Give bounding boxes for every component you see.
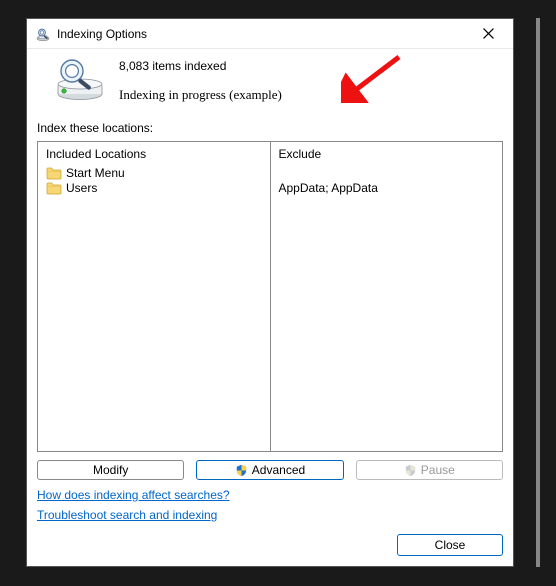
window-title: Indexing Options [57,27,471,41]
pause-button: Pause [356,460,503,480]
location-name: Start Menu [66,166,125,180]
status-area: 8,083 items indexed Indexing in progress… [37,55,503,103]
close-button-label: Close [435,538,466,552]
pause-button-label: Pause [421,463,455,477]
uac-shield-icon [235,464,248,477]
status-text: 8,083 items indexed Indexing in progress… [119,55,503,103]
modify-button[interactable]: Modify [37,460,184,480]
window-edge-decoration [536,18,540,567]
folder-icon [46,181,62,195]
items-indexed-count: 8,083 items indexed [119,59,503,73]
location-name: Users [66,181,97,195]
index-locations-label: Index these locations: [37,121,503,135]
included-locations-column: Included Locations Start Menu Users [38,142,270,451]
close-icon [483,28,494,39]
help-link-affect-searches[interactable]: How does indexing affect searches? [37,488,230,502]
folder-icon [46,166,62,180]
locations-listview[interactable]: Included Locations Start Menu Users Excl… [37,141,503,452]
included-locations-header: Included Locations [46,147,262,161]
window-close-button[interactable] [471,20,505,48]
dialog-content: 8,083 items indexed Indexing in progress… [27,49,513,566]
close-button[interactable]: Close [397,534,503,556]
list-item[interactable]: Start Menu [46,166,262,181]
help-link-troubleshoot[interactable]: Troubleshoot search and indexing [37,508,217,522]
advanced-button-label: Advanced [252,463,305,477]
drive-magnifier-icon [37,55,119,103]
list-item[interactable]: Users [46,181,262,196]
modify-button-label: Modify [93,463,128,477]
uac-shield-icon [404,464,417,477]
action-buttons: Modify Advanced Pause [37,460,503,480]
dialog-footer: Close [37,534,503,556]
indexing-progress-label: Indexing in progress (example) [119,87,503,103]
indexing-options-dialog: Indexing Options 8,083 [26,18,514,567]
indexing-icon [35,26,51,42]
exclude-column: Exclude AppData; AppData [270,142,503,451]
list-item[interactable]: AppData; AppData [279,181,495,196]
help-links: How does indexing affect searches? Troub… [37,488,503,528]
exclude-header: Exclude [279,147,495,161]
titlebar: Indexing Options [27,19,513,49]
advanced-button[interactable]: Advanced [196,460,343,480]
list-item[interactable] [279,166,495,181]
